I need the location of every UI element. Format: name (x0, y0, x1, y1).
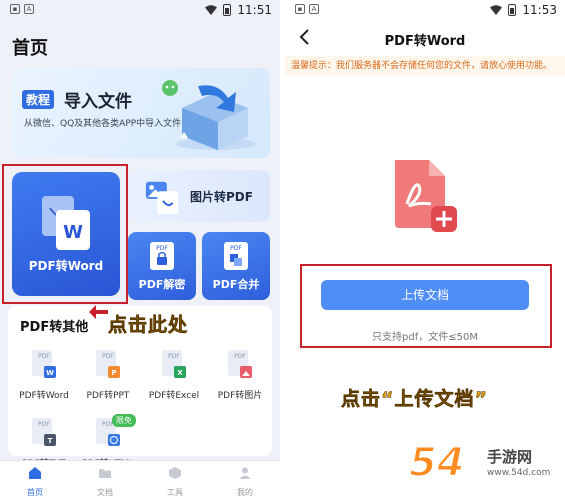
import-folder-icon (162, 80, 256, 150)
highlight-box (2, 164, 128, 304)
svg-text:T: T (48, 437, 53, 445)
battery-icon (508, 4, 517, 16)
svg-text:PDF: PDF (234, 353, 246, 360)
svg-text:PDF: PDF (230, 245, 242, 252)
right-phone-screen: ▪ A 11:53 PDF转Word 温馨提示：我们服务器不会存储任何您的文件，请… (285, 0, 565, 500)
folder-icon (99, 469, 111, 478)
tutorial-tag: 教程 (22, 90, 55, 109)
wifi-icon (205, 5, 218, 15)
tab-label: 文档 (97, 488, 113, 497)
file-limit-hint: 只支持pdf，文件≤50M (372, 332, 478, 343)
upload-document-button[interactable]: 上传文档 (321, 280, 529, 310)
import-file-card[interactable]: 教程 导入文件 从微信、QQ及其他各类APP中导入文件 (12, 68, 270, 158)
notification-icons: ▪ A (295, 4, 323, 14)
notification-icon: ▪ (10, 4, 20, 14)
tab-profile[interactable]: 我的 (210, 461, 280, 500)
tab-documents[interactable]: 文档 (70, 461, 140, 500)
site-watermark: 54 手游网 www.54d.com (408, 436, 559, 496)
svg-text:PDF: PDF (38, 353, 50, 360)
image-to-pdf-label: 图片转PDF (190, 190, 253, 204)
tab-label: 工具 (167, 488, 183, 497)
status-time: 11:53 (522, 3, 557, 17)
toolbox-icon (169, 467, 181, 479)
pdf-to-excel-icon: PDF X (162, 350, 186, 378)
status-bar: ▪ A 11:53 (285, 0, 565, 20)
tool-pdf-to-excel[interactable]: PDF X PDF转Excel (142, 350, 206, 401)
annotation-click-here: 点击此处 (108, 314, 189, 337)
user-icon (239, 467, 251, 479)
tab-home[interactable]: 首页 (0, 461, 70, 500)
notification-icons: ▪ A (10, 4, 38, 14)
svg-text:X: X (177, 369, 183, 377)
tool-label: PDF转Word (19, 391, 69, 401)
tab-label: 我的 (237, 488, 253, 497)
tool-label: PDF转PPT (86, 391, 130, 401)
import-card-title: 导入文件 (64, 92, 132, 112)
tool-pdf-to-word[interactable]: PDF W PDF转Word (12, 350, 76, 401)
tool-pdf-to-image[interactable]: PDF PDF转图片 (208, 350, 272, 401)
svg-text:PDF: PDF (38, 421, 50, 428)
pdf-to-image-icon: PDF (228, 350, 252, 378)
tool-label: PDF转Excel (148, 391, 200, 401)
app-notification-icon: A (309, 4, 319, 14)
status-bar: ▪ A 11:51 (0, 0, 280, 20)
annotation-click-upload: 点击“上传文档” (341, 388, 488, 411)
merge-icon: PDF (224, 242, 248, 270)
watermark-brand: 手游网 (487, 448, 533, 466)
home-icon (29, 467, 41, 479)
svg-text:PDF: PDF (168, 353, 180, 360)
pdf-add-file-icon (395, 160, 457, 232)
page-title: PDF转Word (384, 34, 466, 49)
pdf-to-ppt-icon: PDF P (96, 350, 120, 378)
tab-tools[interactable]: 工具 (140, 461, 210, 500)
bottom-tab-bar: 首页 文档 工具 我的 (0, 460, 280, 500)
wifi-icon (490, 5, 503, 15)
free-badge: 限免 (112, 414, 136, 427)
watermark-url: www.54d.com (487, 468, 551, 478)
svg-text:P: P (111, 369, 116, 377)
pdf-to-txt-icon: PDF T (32, 418, 56, 446)
page-title: 首页 (12, 38, 48, 59)
status-time: 11:51 (237, 3, 272, 17)
tool-pdf-to-ppt[interactable]: PDF P PDF转PPT (76, 350, 140, 401)
lock-icon: PDF (150, 242, 174, 270)
pdf-decrypt-label: PDF解密 (138, 278, 186, 291)
pdf-to-word-icon: PDF W (32, 350, 56, 378)
pdf-decrypt-card[interactable]: PDF PDF解密 (128, 232, 196, 300)
left-phone-screen: ▪ A 11:51 首页 教程 导入文件 从微信、QQ及其他各类APP中导入文件 … (0, 0, 280, 500)
svg-text:W: W (46, 369, 54, 377)
section-title: PDF转其他 (20, 320, 89, 335)
image-to-pdf-icon (145, 181, 179, 215)
image-to-pdf-card[interactable]: 图片转PDF (128, 170, 270, 222)
watermark-number: 54 (408, 439, 466, 487)
tab-label: 首页 (27, 488, 43, 497)
pdf-merge-card[interactable]: PDF PDF合并 (202, 232, 270, 300)
pdf-merge-label: PDF合并 (212, 278, 260, 291)
arrow-icon (89, 305, 108, 319)
privacy-notice: 温馨提示：我们服务器不会存储任何您的文件，请放心使用功能。 (285, 56, 565, 76)
notification-icon: ▪ (295, 4, 305, 14)
battery-icon (223, 4, 232, 16)
svg-text:PDF: PDF (156, 245, 168, 252)
svg-text:PDF: PDF (102, 353, 114, 360)
tool-label: PDF转图片 (217, 391, 263, 401)
app-notification-icon: A (24, 4, 34, 14)
